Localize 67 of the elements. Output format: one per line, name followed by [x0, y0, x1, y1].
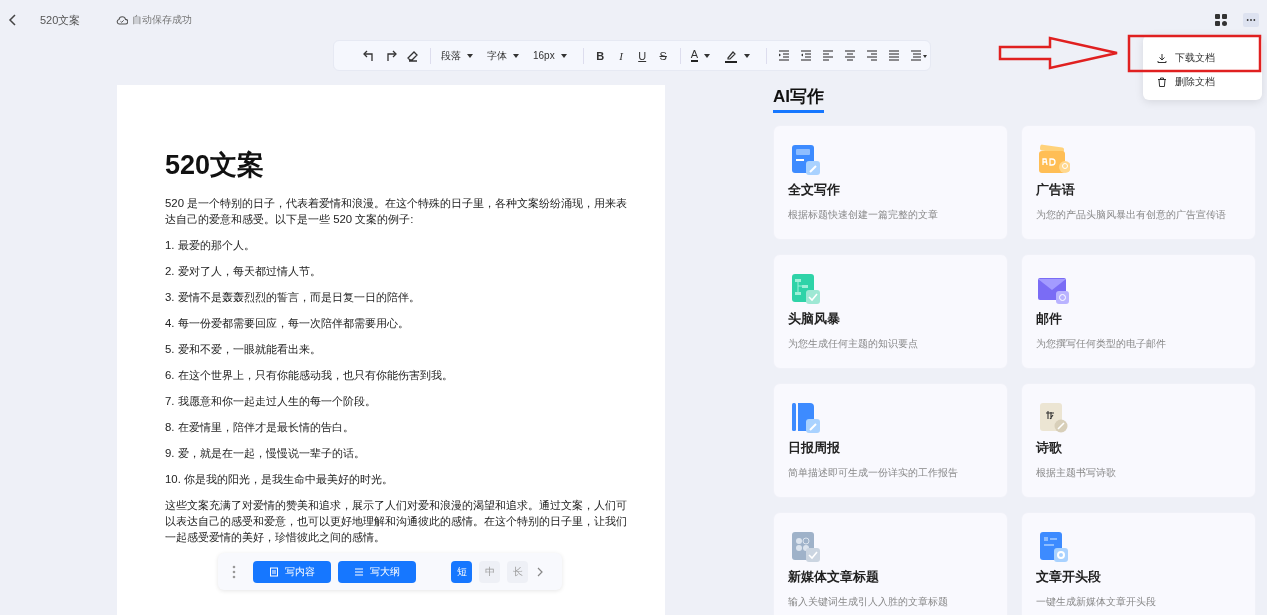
card-description: 简单描述即可生成一份详实的工作报告 [788, 466, 959, 480]
paragraph: 1. 最爱的那个人。 [165, 238, 256, 253]
card-description: 根据主题书写诗歌 [1036, 466, 1117, 480]
caret-icon[interactable] [704, 53, 711, 58]
caret-icon[interactable] [560, 53, 567, 58]
feature-card[interactable]: 文章开头段 一键生成新媒体文章开头段 [1021, 512, 1256, 615]
feature-card[interactable]: 诗歌 根据主题书写诗歌 [1021, 383, 1256, 498]
write-button[interactable]: 写内容 [253, 560, 331, 583]
feature-card[interactable]: 新媒体文章标题 输入关键词生成引人入胜的文章标题 [773, 512, 1008, 615]
paragraph: 这些文案充满了对爱情的赞美和追求，展示了人们对爱和浪漫的渴望和追求。通过文案，人们可以表达自己的感受和爱意，也可以更好地理解和沟通彼此的感情。在这个特别的日子里，让我们一起感受爱情的美好，珍惜彼此之间的感情。 [165, 498, 628, 545]
caret-icon[interactable] [467, 53, 473, 58]
caret-icon[interactable] [513, 53, 519, 58]
paragraph: 4. 每一份爱都需要回应，每一次陪伴都需要用心。 [165, 316, 410, 331]
paragraph: 2. 爱对了人，每天都过情人节。 [165, 264, 322, 279]
paragraph: 10. 你是我的阳光，是我生命中最美好的时光。 [165, 472, 394, 487]
download-icon [1157, 53, 1167, 63]
paragraph: 520 是一个特别的日子，代表着爱情和浪漫。在这个特殊的日子里，各种文案纷纷涌现，用来表达自己的爱意和感受。以下是一些 520 文案的例子: [165, 196, 629, 227]
drag-handle-icon[interactable] [232, 564, 236, 579]
card-description: 为您的产品头脑风暴出有创意的广告宣传语 [1036, 208, 1227, 222]
write-button[interactable]: 写大纲 [338, 560, 416, 583]
grid-button[interactable] [1214, 13, 1228, 27]
card-title: 全文写作 [788, 182, 841, 199]
document-icon[interactable] [269, 566, 279, 577]
document-title: 520文案 [165, 149, 266, 182]
card-description: 根据标题快速创建一篇完整的文章 [788, 208, 939, 222]
card-description: 为您撰写任何类型的电子邮件 [1036, 337, 1167, 351]
paragraph: 7. 我愿意和你一起走过人生的每一个阶段。 [165, 394, 377, 409]
feature-card[interactable]: 头脑风暴 为您生成任何主题的知识要点 [773, 254, 1008, 369]
dropdown[interactable]: 段落 [437, 48, 483, 63]
trash-icon [1157, 77, 1167, 87]
cloud-icon [116, 15, 129, 25]
card-description: 输入关键词生成引人入胜的文章标题 [788, 595, 949, 609]
paragraph: 3. 爱情不是轰轰烈烈的誓言，而是日复一日的陪伴。 [165, 290, 421, 305]
more-icon[interactable] [1246, 18, 1256, 22]
save-status: 自动保存成功 [132, 13, 193, 27]
paragraph: 6. 在这个世界上，只有你能感动我，也只有你能伤害到我。 [165, 368, 454, 383]
card-title: 广告语 [1036, 182, 1076, 199]
card-title: 新媒体文章标题 [788, 569, 880, 586]
caret-icon[interactable] [744, 53, 751, 58]
menu-item[interactable]: 删除文档 [1143, 72, 1262, 92]
feature-card[interactable]: 全文写作 根据标题快速创建一篇完整的文章 [773, 125, 1008, 240]
feature-card[interactable]: 日报周报 简单描述即可生成一份详实的工作报告 [773, 383, 1008, 498]
bold-button[interactable]: B [589, 44, 611, 67]
card-title: 头脑风暴 [788, 311, 841, 328]
card-title: 诗歌 [1036, 440, 1063, 457]
card-title: 邮件 [1036, 311, 1063, 328]
card-title: 文章开头段 [1036, 569, 1102, 586]
italic-button[interactable]: I [610, 44, 632, 67]
font-color-dropdown[interactable]: A [686, 49, 721, 62]
strikethrough-button[interactable]: S [652, 44, 674, 67]
section-heading: AI写作 [773, 85, 824, 113]
chevron-right-icon[interactable] [536, 566, 544, 577]
underline-button[interactable]: U [631, 44, 653, 67]
dropdown[interactable]: 16px [529, 50, 577, 61]
length-option[interactable]: 短 [451, 560, 472, 583]
back-icon[interactable] [8, 14, 18, 26]
card-description: 为您生成任何主题的知识要点 [788, 337, 919, 351]
dropdown[interactable]: 字体 [483, 48, 529, 63]
paragraph: 5. 爱和不爱，一眼就能看出来。 [165, 342, 322, 357]
paragraph: 9. 爱，就是在一起，慢慢说一辈子的话。 [165, 446, 366, 461]
more-button[interactable] [1243, 13, 1259, 27]
document-name: 520文案 [40, 12, 81, 28]
feature-card[interactable]: 广告语 为您的产品头脑风暴出有创意的广告宣传语 [1021, 125, 1256, 240]
feature-card[interactable]: 邮件 为您撰写任何类型的电子邮件 [1021, 254, 1256, 369]
paragraph: 8. 在爱情里，陪伴才是最长情的告白。 [165, 420, 355, 435]
card-title: 日报周报 [788, 440, 841, 457]
card-description: 一键生成新媒体文章开头段 [1036, 595, 1157, 609]
